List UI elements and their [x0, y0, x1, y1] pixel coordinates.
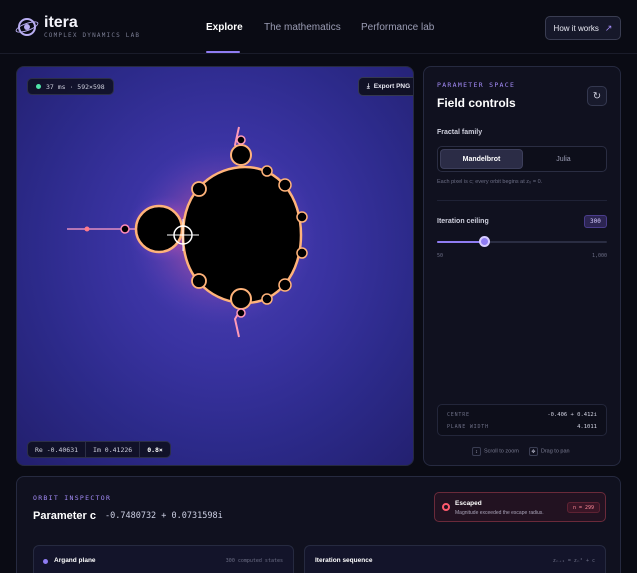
plane-width-label: PLANE WIDTH	[447, 424, 489, 430]
iteration-slider-thumb[interactable]	[479, 236, 490, 247]
coord-im: Im 0.41226	[86, 442, 141, 457]
centre-label: CENTRE	[447, 412, 470, 418]
escape-title: Escaped	[455, 500, 482, 507]
fractal-family-label: Fractal family	[437, 129, 483, 136]
option-mandelbrot[interactable]: Mandelbrot	[440, 149, 523, 169]
coordinate-readout: Re -0.40631 Im 0.41226 0.8×	[27, 441, 171, 458]
iteration-slider-fill	[437, 241, 485, 243]
coord-re: Re -0.40631	[28, 442, 87, 457]
escape-subtitle: Magnitude exceeded the escape radius.	[455, 510, 544, 516]
logo-icon	[14, 18, 40, 36]
escape-icon	[442, 503, 450, 511]
nav-performance-lab[interactable]: Performance lab	[361, 22, 434, 33]
bullet-icon	[43, 559, 48, 564]
scroll-icon: ↕	[472, 447, 481, 456]
iteration-label: Iteration ceiling	[437, 218, 489, 225]
iteration-sequence-card: Iteration sequence zₙ₊₁ = zₙ² + c	[304, 545, 606, 573]
render-stats: 37 ms · 592×598	[27, 78, 114, 95]
export-label: Export PNG	[373, 83, 411, 90]
fractal-canvas[interactable]: 37 ms · 592×598 ⤓ Export PNG Re -0.40631…	[16, 66, 414, 466]
hint-scroll: ↕ Scroll to zoom	[472, 447, 519, 456]
hint-drag: ✥ Drag to pan	[528, 447, 570, 456]
move-icon: ✥	[528, 447, 538, 456]
plane-width-value: 4.1011	[577, 424, 597, 430]
argand-title: Argand plane	[54, 557, 96, 564]
brand-name: itera	[44, 14, 78, 31]
zoom-level: 0.8×	[147, 445, 163, 454]
nav-active-indicator	[206, 51, 240, 53]
export-png-button[interactable]: ⤓ Export PNG	[358, 77, 413, 96]
sequence-title: Iteration sequence	[315, 557, 373, 564]
inspector-title: Parameter c	[33, 510, 96, 522]
status-dot-icon	[36, 84, 41, 89]
sequence-formula: zₙ₊₁ = zₙ² + c	[552, 558, 595, 564]
fractal-family-toggle: Mandelbrot Julia	[437, 146, 607, 172]
reset-button[interactable]: ↻	[587, 86, 607, 106]
fractal-family-hint: Each pixel is c; every orbit begins at z…	[437, 179, 543, 185]
parameter-c-value: -0.7480732 + 0.0731598i	[105, 511, 223, 521]
centre-value: -0.406 + 0.412i	[547, 412, 597, 418]
download-icon: ⤓	[366, 82, 370, 90]
nav-explore[interactable]: Explore	[206, 22, 243, 33]
app-header: itera COMPLEX DYNAMICS LAB Explore The m…	[0, 0, 637, 54]
argand-plane-card: Argand plane 300 computed states	[33, 545, 294, 573]
mandelbrot-render	[67, 126, 317, 338]
arrow-up-right-icon: ↗	[604, 22, 613, 33]
how-it-works-button[interactable]: How it works ↗	[545, 16, 621, 40]
slider-max: 1,000	[592, 253, 608, 259]
option-julia[interactable]: Julia	[523, 149, 604, 169]
interaction-hints: ↕ Scroll to zoom ✥ Drag to pan	[472, 447, 570, 456]
nav-mathematics[interactable]: The mathematics	[264, 22, 341, 33]
reset-icon: ↻	[592, 90, 602, 102]
brand-subtitle: COMPLEX DYNAMICS LAB	[44, 32, 141, 39]
section-label: ORBIT INSPECTOR	[33, 494, 112, 502]
panel-title: Field controls	[437, 96, 516, 110]
argand-count: 300 computed states	[225, 558, 283, 564]
divider	[437, 200, 607, 201]
field-controls-panel: PARAMETER SPACE Field controls ↻ Fractal…	[423, 66, 621, 466]
slider-min: 50	[437, 253, 444, 259]
view-readout: CENTRE -0.406 + 0.412i PLANE WIDTH 4.101…	[437, 404, 607, 436]
orbit-inspector: ORBIT INSPECTOR Parameter c -0.7480732 +…	[16, 476, 621, 573]
render-stats-text: 37 ms · 592×598	[46, 82, 105, 91]
section-label: PARAMETER SPACE	[437, 81, 516, 89]
how-it-works-label: How it works	[553, 23, 599, 33]
iteration-value: 300	[584, 215, 607, 228]
escape-iteration-badge: n = 299	[567, 502, 601, 513]
escape-status: Escaped Magnitude exceeded the escape ra…	[434, 492, 606, 522]
